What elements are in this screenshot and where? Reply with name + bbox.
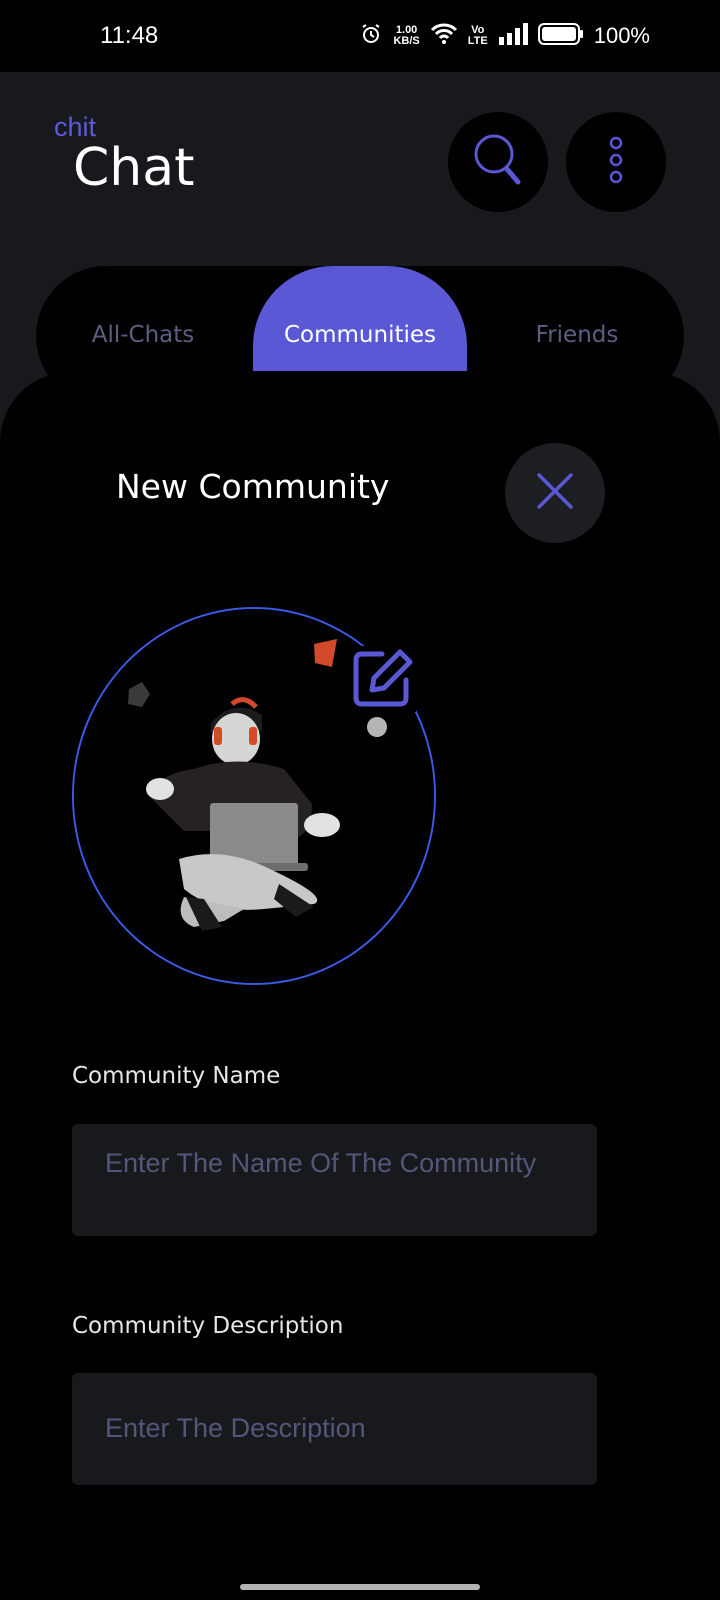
community-name-input[interactable] [72,1124,597,1236]
volte-indicator: Vo LTE [468,25,488,47]
sheet-title: New Community [116,467,390,506]
volte-bottom: LTE [467,35,488,47]
search-button[interactable] [448,112,548,212]
edit-avatar-button[interactable] [350,646,416,712]
status-bar: 11:48 1.00 KB/S Vo LTE 100% [0,0,720,72]
community-name-label: Community Name [72,1063,281,1089]
edit-icon [350,646,416,716]
community-description-input[interactable] [72,1373,597,1485]
net-speed: 1.00 KB/S [393,25,419,47]
tab-all-chats-label: All-Chats [91,322,195,348]
alarm-icon [359,22,383,50]
signal-icon [498,23,528,49]
tab-communities-label: Communities [283,322,437,348]
community-description-label: Community Description [72,1313,344,1339]
tab-friends-label: Friends [535,322,619,348]
close-icon [535,471,575,515]
status-time: 11:48 [100,22,159,49]
battery-icon [537,22,584,50]
net-speed-unit: KB/S [393,35,420,47]
logo-title: Chat [73,138,195,198]
search-icon [472,132,524,192]
more-options-button[interactable] [566,112,666,212]
close-button[interactable] [505,443,605,543]
battery-percent: 100% [593,23,650,48]
wifi-icon [430,23,458,49]
home-indicator[interactable] [240,1584,480,1590]
more-vertical-icon [608,136,624,188]
status-icons: 1.00 KB/S Vo LTE 100% [359,22,650,50]
